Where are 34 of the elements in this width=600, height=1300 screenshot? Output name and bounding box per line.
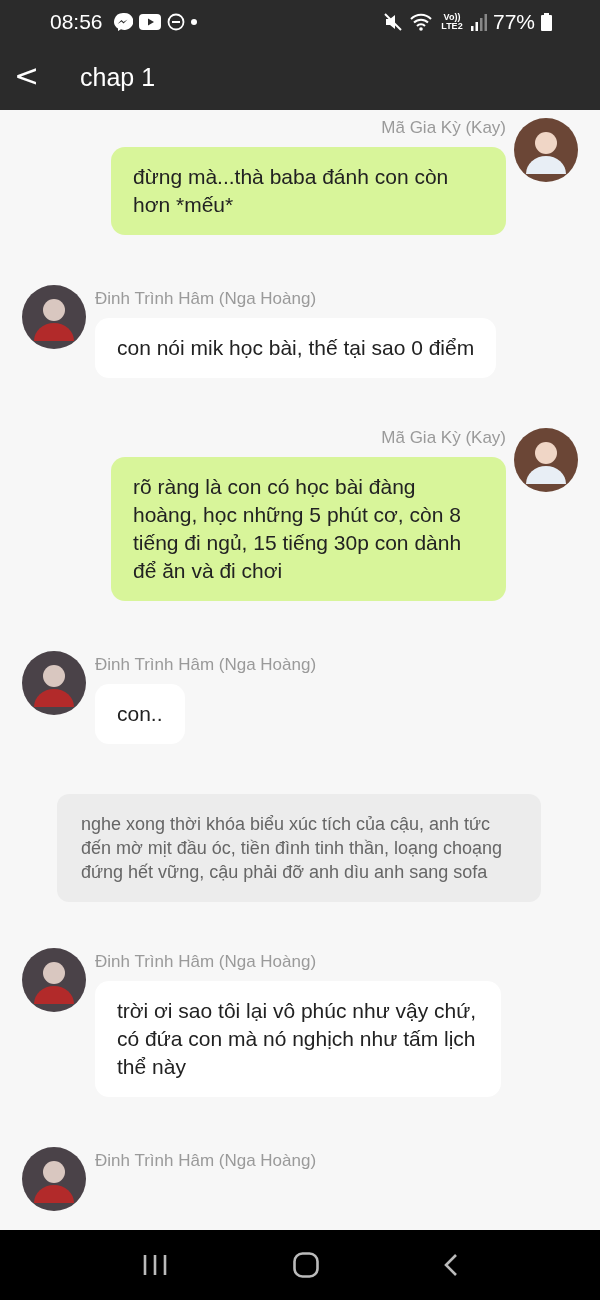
sender-name: Mã Gia Kỳ (Kay) bbox=[381, 428, 506, 448]
sender-name: Đinh Trình Hâm (Nga Hoàng) bbox=[95, 289, 317, 309]
message-bubble: đừng mà...thà baba đánh con còn hơn *mếu* bbox=[111, 147, 506, 235]
wifi-icon bbox=[408, 12, 433, 32]
sender-name: Mã Gia Kỳ (Kay) bbox=[381, 118, 506, 138]
screen-title: chap 1 bbox=[80, 62, 156, 92]
network-label: Vo)) LTE2 bbox=[440, 13, 464, 31]
dot-icon bbox=[190, 19, 197, 25]
message-bubble: trời ơi sao tôi lại vô phúc như vậy chứ, có đứa con mà nó nghịch như tấm lịch thể này bbox=[95, 981, 501, 1097]
avatar-icon bbox=[514, 428, 578, 492]
recent-apps-icon[interactable] bbox=[142, 1254, 169, 1276]
avatar-icon bbox=[22, 948, 86, 1012]
battery-icon bbox=[541, 13, 552, 31]
avatar-icon bbox=[514, 118, 578, 182]
sender-name: Đinh Trình Hâm (Nga Hoàng) bbox=[95, 655, 317, 675]
signal-icon bbox=[470, 13, 487, 31]
avatar-icon bbox=[22, 1147, 86, 1211]
message-bubble: con nói mik học bài, thế tại sao 0 điểm bbox=[95, 318, 497, 378]
battery-percent: 77% bbox=[492, 10, 535, 34]
narration-box: nghe xong thời khóa biểu xúc tích của cậu, anh tức đến mờ mịt đầu óc, tiền đình tinh thần, loạng choạng đứng hết vững, cậu phải đỡ anh dìu anh sang sofa bbox=[57, 794, 541, 902]
home-icon[interactable] bbox=[293, 1252, 319, 1278]
avatar-icon bbox=[22, 651, 86, 715]
do-not-disturb-icon bbox=[166, 13, 185, 31]
status-time: 08:56 bbox=[50, 10, 103, 34]
avatar-icon bbox=[22, 285, 86, 349]
sender-name: Đinh Trình Hâm (Nga Hoàng) bbox=[95, 952, 317, 972]
sender-name: Đinh Trình Hâm (Nga Hoàng) bbox=[95, 1151, 317, 1171]
back-icon[interactable] bbox=[443, 1253, 458, 1277]
mute-icon bbox=[382, 12, 403, 32]
video-play-icon bbox=[138, 14, 161, 30]
back-button[interactable]: < bbox=[0, 57, 66, 97]
message-bubble: rõ ràng là con có học bài đàng hoàng, học những 5 phút cơ, còn 8 tiếng đi ngủ, 15 tiếng 30p con dành để ăn và đi chơi bbox=[111, 457, 506, 601]
messenger-icon bbox=[112, 12, 133, 32]
message-bubble: con.. bbox=[95, 684, 185, 744]
